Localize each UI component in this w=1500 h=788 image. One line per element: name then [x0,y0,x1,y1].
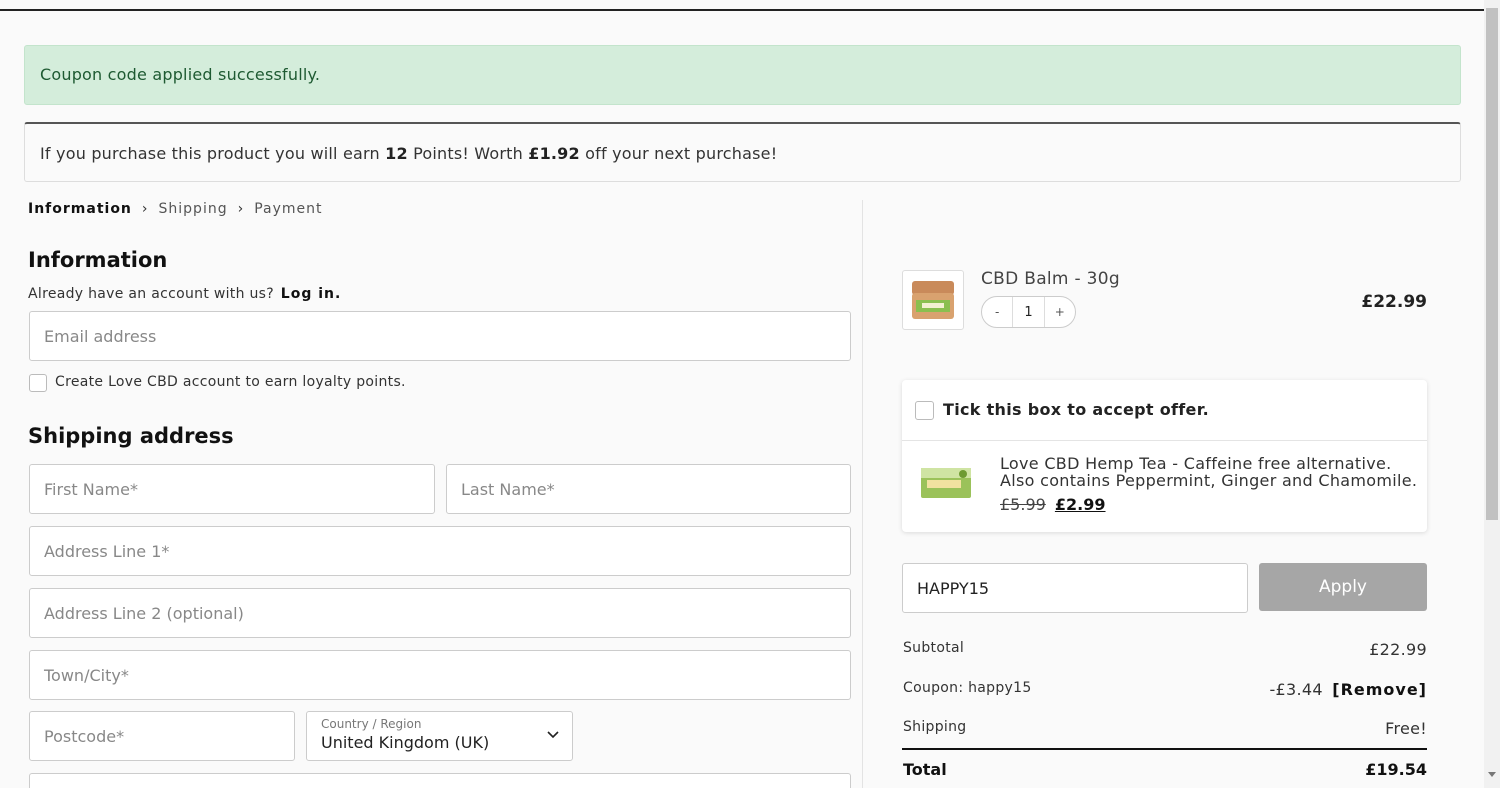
points-prefix: If you purchase this product you will ea… [40,144,380,163]
points-count: 12 [385,144,408,163]
country-value: United Kingdom (UK) [321,733,490,752]
coupon-discount-value: -£3.44 [1269,680,1323,699]
country-select[interactable]: Country / Region United Kingdom (UK) [306,711,573,761]
address-line-1-placeholder: Address Line 1* [44,541,170,561]
first-name-field[interactable]: First Name* [29,464,435,514]
offer-prices: £5.99 £2.99 [1000,495,1106,514]
product-thumbnail [902,270,964,330]
last-name-field[interactable]: Last Name* [446,464,851,514]
postcode-placeholder: Postcode* [44,726,125,746]
product-name: CBD Balm - 30g [981,269,1120,289]
loyalty-points-notice: If you purchase this product you will ea… [24,122,1461,182]
subtotal-value: £22.99 [1369,640,1427,659]
first-name-placeholder: First Name* [44,479,138,499]
coupon-label: Coupon: happy15 [903,680,1032,696]
create-account-label: Create Love CBD account to earn loyalty … [55,374,406,390]
total-label: Total [903,760,947,779]
next-field-partial[interactable] [29,773,851,788]
success-message: Coupon code applied successfully. [40,65,321,84]
shipping-row: Shipping Free! [903,719,1427,738]
scrollbar-thumb[interactable] [1486,8,1498,520]
address-line-2-placeholder: Address Line 2 (optional) [44,603,244,623]
quantity-decrease-button[interactable]: - [982,305,1012,319]
last-name-placeholder: Last Name* [461,479,555,499]
product-price: £22.99 [1361,292,1427,312]
breadcrumb-shipping[interactable]: Shipping [159,201,228,217]
points-worth: £1.92 [528,144,580,163]
quantity-stepper: - 1 + [981,296,1076,328]
page-scrollbar[interactable] [1484,0,1500,788]
breadcrumb-information: Information [28,201,132,217]
quantity-increase-button[interactable]: + [1045,305,1075,319]
accept-offer-checkbox[interactable] [915,401,934,420]
chevron-right-icon: › [237,201,245,217]
town-city-field[interactable]: Town/City* [29,650,851,700]
remove-coupon-link[interactable]: [Remove] [1332,680,1427,699]
coupon-value: HAPPY15 [917,578,990,598]
country-label: Country / Region [321,717,422,731]
email-placeholder: Email address [44,326,157,346]
create-account-checkbox[interactable] [29,374,47,392]
total-row: Total £19.54 [903,760,1427,779]
apply-coupon-button[interactable]: Apply [1259,563,1427,611]
chevron-right-icon: › [141,201,149,217]
points-middle: Points! Worth [413,144,523,163]
points-suffix: off your next purchase! [585,144,778,163]
town-city-placeholder: Town/City* [44,665,129,685]
breadcrumb: Information › Shipping › Payment [28,201,323,217]
offer-old-price: £5.99 [1000,495,1046,514]
breadcrumb-payment[interactable]: Payment [254,201,322,217]
shipping-label: Shipping [903,719,967,735]
total-value: £19.54 [1365,760,1427,779]
chevron-down-icon [547,731,559,739]
accept-offer-label: Tick this box to accept offer. [943,400,1209,419]
email-field[interactable]: Email address [29,311,851,361]
coupon-row: Coupon: happy15 -£3.44 [Remove] [903,680,1427,699]
information-heading: Information [28,248,168,272]
account-prompt-text: Already have an account with us? [28,286,275,302]
total-divider [902,748,1427,750]
coupon-success-notice: Coupon code applied successfully. [24,45,1461,105]
postcode-field[interactable]: Postcode* [29,711,295,761]
subtotal-label: Subtotal [903,640,965,656]
coupon-input[interactable]: HAPPY15 [902,563,1248,613]
offer-description: Love CBD Hemp Tea - Caffeine free altern… [1000,454,1418,490]
column-divider [862,200,863,788]
shipping-value: Free! [1385,719,1427,738]
quantity-value[interactable]: 1 [1012,297,1045,327]
address-line-2-field[interactable]: Address Line 2 (optional) [29,588,851,638]
scroll-down-arrow-icon[interactable] [1488,772,1496,777]
top-border [0,0,1484,11]
account-prompt: Already have an account with us? Log in. [28,286,341,302]
coupon-discount: -£3.44 [Remove] [1269,680,1427,699]
login-link[interactable]: Log in. [281,286,342,302]
balm-jar-image [912,281,954,319]
subtotal-row: Subtotal £22.99 [903,640,1427,659]
offer-new-price: £2.99 [1054,495,1106,514]
address-line-1-field[interactable]: Address Line 1* [29,526,851,576]
offer-header: Tick this box to accept offer. [902,380,1427,441]
upsell-offer-card: Tick this box to accept offer. Love CBD … [902,380,1427,532]
hemp-tea-image [921,468,971,498]
shipping-address-heading: Shipping address [28,424,234,448]
